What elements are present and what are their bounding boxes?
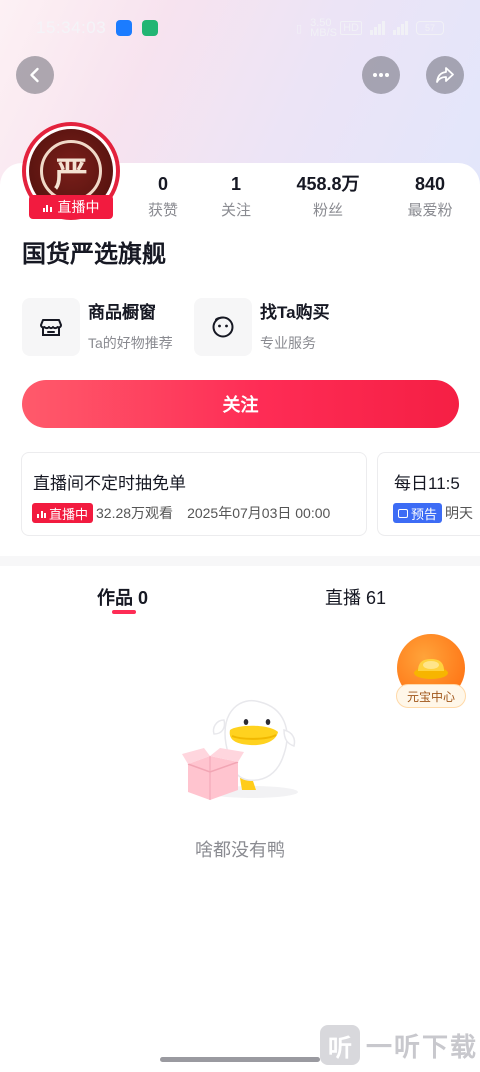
live-bars-icon bbox=[42, 203, 52, 212]
coin-center-button[interactable]: 元宝中心 bbox=[396, 634, 466, 708]
live-preview-card[interactable]: 每日11:5 预告 明天 bbox=[377, 452, 480, 536]
live-tag: 直播中 bbox=[32, 503, 94, 523]
battery-icon: 57 bbox=[416, 21, 444, 35]
live-preview-title: 每日11:5 bbox=[394, 474, 460, 493]
preview-tag: 预告 bbox=[393, 503, 443, 523]
vibrate-icon: ▯ bbox=[296, 22, 303, 35]
live-tag-label: 直播中 bbox=[49, 506, 89, 522]
section-divider bbox=[0, 556, 480, 566]
stat-top-fans-num: 840 bbox=[414, 174, 446, 194]
buy-from-ta-entry[interactable]: 找Ta购买 专业服务 bbox=[194, 297, 330, 357]
stat-top-fans-label: 最爱粉 bbox=[407, 202, 453, 219]
signal-icon-2 bbox=[393, 21, 408, 35]
share-icon bbox=[436, 67, 454, 83]
showcase-subtitle: Ta的好物推荐 bbox=[88, 335, 173, 351]
live-badge-label: 直播中 bbox=[57, 199, 100, 215]
follow-button[interactable]: 关注 bbox=[22, 380, 459, 428]
tv-icon bbox=[398, 508, 408, 518]
storefront-icon-box bbox=[22, 298, 80, 356]
buy-from-ta-subtitle: 专业服务 bbox=[260, 335, 316, 351]
tab-works[interactable]: 作品 0 bbox=[97, 584, 148, 610]
live-badge[interactable]: 直播中 bbox=[29, 195, 113, 219]
smile-face-icon bbox=[212, 316, 234, 338]
avatar-logo: 严 bbox=[40, 140, 102, 202]
signal-icon bbox=[370, 21, 385, 35]
stat-following-num: 1 bbox=[230, 174, 241, 194]
status-bar: 15:34:03 ▯ 3.50 MB/S HD 57 bbox=[0, 0, 480, 56]
share-button[interactable] bbox=[426, 56, 464, 94]
stat-top-fans[interactable]: 840 最爱粉 bbox=[394, 172, 466, 223]
watermark-text: 一听下载 bbox=[366, 1031, 479, 1062]
net-speed: 3.50 MB/S bbox=[310, 17, 338, 39]
stat-likes-num: 0 bbox=[157, 174, 168, 194]
showcase-title: 商品橱窗 bbox=[88, 303, 156, 322]
storefront-icon bbox=[40, 319, 62, 336]
status-indicators: ▯ 3.50 MB/S HD 57 bbox=[296, 17, 444, 39]
live-session-card[interactable]: 直播间不定时抽免单 直播中 32.28万观看 2025年07月03日 00:00 bbox=[21, 452, 367, 536]
profile-stats: 0 获赞 1 关注 458.8万 粉丝 840 最爱粉 bbox=[126, 172, 480, 224]
live-datetime: 2025年07月03日 00:00 bbox=[187, 505, 331, 521]
stat-fans-label: 粉丝 bbox=[312, 202, 343, 219]
stat-likes[interactable]: 0 获赞 bbox=[126, 172, 200, 223]
preview-tag-label: 预告 bbox=[411, 506, 438, 522]
active-tab-indicator bbox=[112, 610, 136, 614]
coin-center-label: 元宝中心 bbox=[396, 684, 466, 708]
profile-name: 国货严选旗舰 bbox=[22, 241, 166, 268]
preview-extra: 明天 bbox=[445, 505, 474, 521]
buy-from-ta-title: 找Ta购买 bbox=[260, 303, 330, 322]
home-indicator[interactable] bbox=[160, 1057, 320, 1062]
duck-empty-box-icon bbox=[182, 699, 298, 800]
app-notification-icon-2 bbox=[142, 20, 159, 36]
stat-fans-num: 458.8万 bbox=[296, 174, 360, 194]
empty-state-text: 啥都没有鸭 bbox=[195, 840, 285, 860]
back-button[interactable] bbox=[16, 56, 54, 94]
live-session-title: 直播间不定时抽免单 bbox=[33, 474, 186, 493]
watermark: 听 一听下载 bbox=[320, 1025, 478, 1065]
stat-fans[interactable]: 458.8万 粉丝 bbox=[280, 172, 376, 223]
stat-following[interactable]: 1 关注 bbox=[202, 172, 270, 223]
app-notification-icon bbox=[116, 20, 133, 36]
chevron-left-icon bbox=[30, 67, 39, 83]
hd-icon: HD bbox=[340, 21, 362, 35]
smile-face-icon-box bbox=[194, 298, 252, 356]
showcase-entry[interactable]: 商品橱窗 Ta的好物推荐 bbox=[22, 297, 173, 357]
stat-likes-label: 获赞 bbox=[147, 202, 178, 219]
watermark-logo: 听 bbox=[320, 1025, 360, 1065]
stat-following-label: 关注 bbox=[220, 202, 251, 219]
live-views: 32.28万观看 bbox=[96, 505, 174, 521]
more-dots-icon bbox=[373, 73, 389, 77]
gold-ingot-icon bbox=[414, 659, 448, 679]
tab-live[interactable]: 直播 61 bbox=[325, 584, 386, 610]
more-button[interactable] bbox=[362, 56, 400, 94]
live-bars-icon bbox=[37, 509, 46, 518]
status-time: 15:34:03 bbox=[36, 18, 107, 37]
